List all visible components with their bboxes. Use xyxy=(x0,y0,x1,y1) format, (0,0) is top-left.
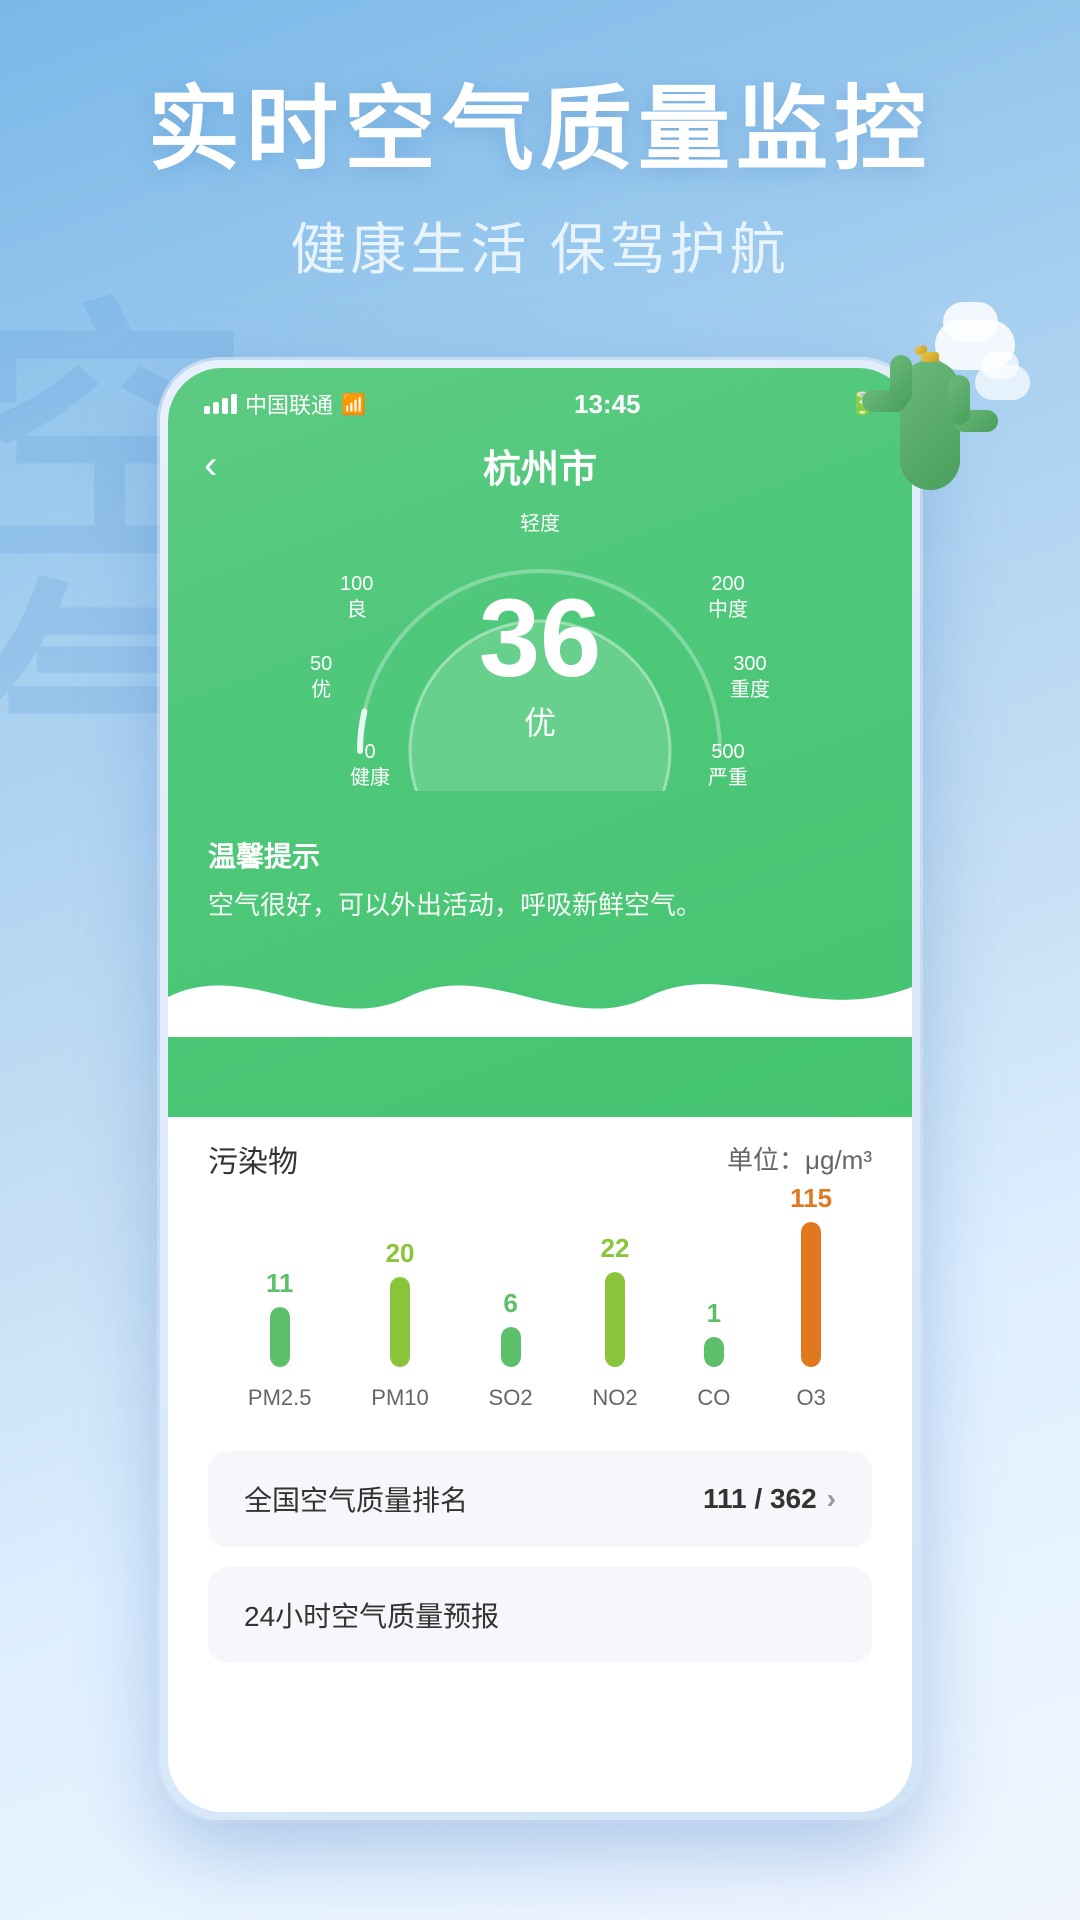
sub-title: 健康生活 保驾护航 xyxy=(0,205,1080,286)
pollutant-value: 1 xyxy=(707,1298,721,1329)
pollutant-name: SO2 xyxy=(489,1385,533,1411)
ranking-chevron-icon: › xyxy=(827,1483,836,1515)
pollutant-bar xyxy=(270,1307,290,1367)
wave-separator xyxy=(168,957,912,1037)
pollutant-value: 20 xyxy=(386,1238,415,1269)
phone-mockup: 中国联通 📶 13:45 🔋 ‹ 杭州市 xyxy=(160,360,920,1820)
cactus-arm-left xyxy=(862,390,907,412)
status-left: 中国联通 📶 xyxy=(204,388,366,420)
gauge-label-top: 轻度 xyxy=(520,511,560,537)
pollutant-name: PM2.5 xyxy=(248,1385,312,1411)
forecast-label: 24小时空气质量预报 xyxy=(244,1601,499,1632)
pollutant-value: 6 xyxy=(503,1288,517,1319)
pollutant-bar-container xyxy=(801,1222,821,1367)
pollutants-header: 污染物 单位：μg/m³ xyxy=(208,1137,872,1181)
gauge-section: 轻度 100 良 200 中度 50 优 300 xyxy=(168,501,912,811)
pollutant-bar-container xyxy=(704,1337,724,1367)
pollutants-label: 污染物 xyxy=(208,1137,298,1181)
pollutant-name: CO xyxy=(697,1385,730,1411)
aqi-grade: 优 xyxy=(479,698,601,744)
pollutant-item: 6 SO2 xyxy=(489,1288,533,1411)
ranking-value: 111 / 362 › xyxy=(703,1483,836,1515)
gauge-label-right-outer: 300 重度 xyxy=(730,651,770,703)
pollutant-bar xyxy=(390,1277,410,1367)
tips-title: 温馨提示 xyxy=(208,835,872,875)
status-bar: 中国联通 📶 13:45 🔋 xyxy=(168,368,912,420)
pollutant-bar-container xyxy=(390,1277,410,1367)
signal-bar-4 xyxy=(231,394,237,414)
ranking-card[interactable]: 全国空气质量排名 111 / 362 › xyxy=(208,1451,872,1547)
tips-content: 空气很好，可以外出活动，呼吸新鲜空气。 xyxy=(208,885,872,927)
cactus-gold-1 xyxy=(921,352,939,362)
pollutant-bar xyxy=(704,1337,724,1367)
cloud-2 xyxy=(975,365,1030,400)
forecast-card[interactable]: 24小时空气质量预报 xyxy=(208,1567,872,1663)
carrier-name: 中国联通 xyxy=(245,388,333,420)
city-name: 杭州市 xyxy=(483,438,597,493)
pollutants-unit: 单位：μg/m³ xyxy=(727,1140,872,1177)
gauge-label-bottom-left: 0 健康 xyxy=(350,739,390,791)
gauge-label-right-mid: 200 中度 xyxy=(708,571,748,623)
cactus-body xyxy=(900,360,960,490)
signal-bar-3 xyxy=(222,398,228,414)
pollutant-bar-container xyxy=(270,1307,290,1367)
wifi-icon: 📶 xyxy=(341,392,366,417)
pollutant-bar-container xyxy=(605,1272,625,1367)
gauge-center: 36 优 xyxy=(479,584,601,744)
pollutants-grid: 11PM2.520PM106SO222NO21CO115O3 xyxy=(208,1211,872,1411)
screen-top: 中国联通 📶 13:45 🔋 ‹ 杭州市 xyxy=(168,368,912,1117)
back-button[interactable]: ‹ xyxy=(204,443,217,488)
pollutant-name: O3 xyxy=(796,1385,825,1411)
signal-bar-1 xyxy=(204,406,210,414)
pollutant-bar xyxy=(501,1327,521,1367)
wave-svg xyxy=(168,957,912,1037)
aqi-value: 36 xyxy=(479,584,601,694)
phone-screen: 中国联通 📶 13:45 🔋 ‹ 杭州市 xyxy=(168,368,912,1812)
warm-tips: 温馨提示 空气很好，可以外出活动，呼吸新鲜空气。 xyxy=(168,811,912,957)
status-time: 13:45 xyxy=(574,389,641,420)
pollutant-value: 115 xyxy=(790,1183,832,1214)
pollutant-item: 11 PM2.5 xyxy=(248,1268,312,1411)
gauge-label-left-outer: 50 优 xyxy=(310,651,332,703)
ranking-label: 全国空气质量排名 xyxy=(244,1479,468,1519)
header-section: 实时空气质量监控 健康生活 保驾护航 xyxy=(0,0,1080,286)
gauge-wrapper: 轻度 100 良 200 中度 50 优 300 xyxy=(310,511,770,791)
pollutant-name: PM10 xyxy=(371,1385,428,1411)
cactus-arm-right xyxy=(953,410,998,432)
pollutant-value: 11 xyxy=(266,1268,294,1299)
nav-bar: ‹ 杭州市 xyxy=(168,420,912,501)
screen-bottom: 污染物 单位：μg/m³ 11 PM2.5 20 PM10 6 SO2 22 NO2 1 CO 11… xyxy=(168,1117,912,1683)
pollutant-name: NO2 xyxy=(592,1385,637,1411)
signal-bars-icon xyxy=(204,394,237,414)
pollutant-value: 22 xyxy=(601,1233,630,1264)
gauge-label-bottom-right: 500 严重 xyxy=(708,739,748,791)
pollutant-bar xyxy=(801,1222,821,1367)
signal-bar-2 xyxy=(213,402,219,414)
cactus-decoration xyxy=(840,310,1020,510)
pollutant-item: 22 NO2 xyxy=(592,1233,637,1411)
pollutant-item: 20 PM10 xyxy=(371,1238,428,1411)
pollutant-bar-container xyxy=(501,1327,521,1367)
pollutant-item: 1 CO xyxy=(697,1298,730,1411)
main-title: 实时空气质量监控 xyxy=(0,80,1080,181)
pollutant-item: 115 O3 xyxy=(790,1183,832,1411)
gauge-label-left-mid: 100 良 xyxy=(340,571,373,623)
pollutant-bar xyxy=(605,1272,625,1367)
